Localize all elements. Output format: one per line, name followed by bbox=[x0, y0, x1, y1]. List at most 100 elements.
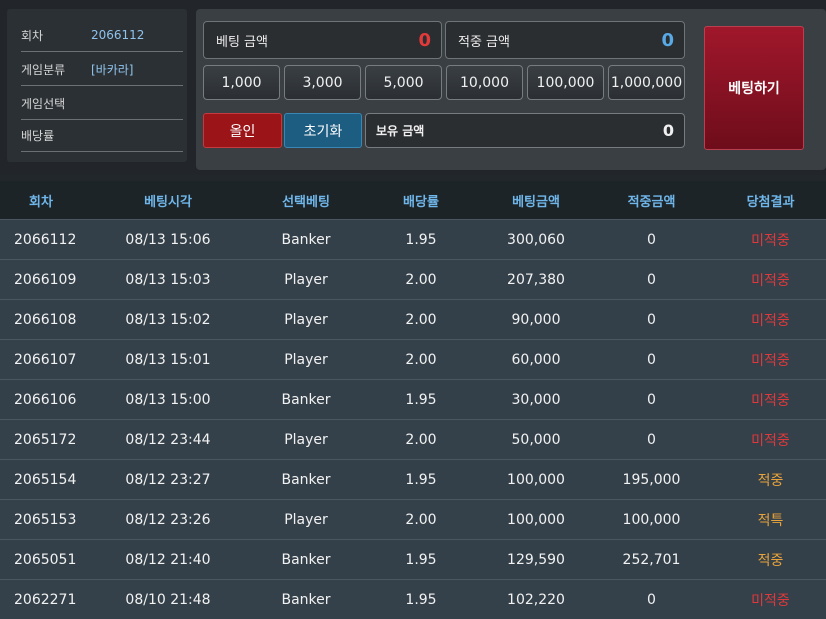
cell-round: 2066106 bbox=[14, 391, 77, 408]
info-label: 회차 bbox=[21, 28, 44, 43]
cell-win-amount: 0 bbox=[647, 231, 656, 248]
cell-bet-time: 08/13 15:02 bbox=[125, 311, 211, 328]
holding-amount-box: 보유 금액 0 bbox=[365, 113, 685, 148]
cell-bet-time: 08/12 21:40 bbox=[125, 551, 211, 568]
betting-panel: 회차 2066112 게임분류 [바카라] 게임선택 배당률 베팅 금액 0 적… bbox=[0, 0, 826, 175]
table-row: 2066106 08/13 15:00 Banker 1.95 30,000 0 미적중 bbox=[0, 379, 826, 419]
cell-odds: 1.95 bbox=[405, 591, 437, 608]
chip-button-10000[interactable]: 10,000 bbox=[446, 65, 523, 100]
cell-round: 2066112 bbox=[14, 231, 77, 248]
info-row-round: 회차 2066112 bbox=[21, 19, 183, 52]
column-header-bet-time: 베팅시각 bbox=[144, 194, 192, 210]
chip-button-1000000[interactable]: 1,000,000 bbox=[608, 65, 685, 100]
cell-odds: 2.00 bbox=[405, 511, 437, 528]
cell-bet-amount: 300,060 bbox=[507, 231, 565, 248]
cell-result: 미적중 bbox=[751, 392, 790, 409]
holding-amount-label: 보유 금액 bbox=[376, 124, 425, 138]
cell-round: 2065172 bbox=[14, 431, 77, 448]
chip-button-5000[interactable]: 5,000 bbox=[365, 65, 442, 100]
win-amount-value: 0 bbox=[661, 29, 674, 51]
place-bet-button[interactable]: 베팅하기 bbox=[704, 26, 804, 150]
bet-amount-label: 베팅 금액 bbox=[216, 34, 268, 50]
cell-bet-amount: 90,000 bbox=[511, 311, 561, 328]
table-row: 2066109 08/13 15:03 Player 2.00 207,380 0 미적중 bbox=[0, 259, 826, 299]
cell-odds: 2.00 bbox=[405, 311, 437, 328]
cell-bet-time: 08/13 15:06 bbox=[125, 231, 211, 248]
reset-button[interactable]: 초기화 bbox=[284, 113, 362, 148]
cell-round: 2065154 bbox=[14, 471, 77, 488]
info-label: 배당률 bbox=[21, 128, 55, 143]
cell-win-amount: 0 bbox=[647, 431, 656, 448]
cell-result: 미적중 bbox=[751, 272, 790, 289]
info-row-game-select: 게임선택 bbox=[21, 87, 183, 120]
cell-win-amount: 195,000 bbox=[622, 471, 681, 488]
cell-bet-time: 08/12 23:26 bbox=[125, 511, 211, 528]
info-row-game-type: 게임분류 [바카라] bbox=[21, 53, 183, 86]
column-header-selection: 선택베팅 bbox=[282, 194, 330, 210]
info-label: 게임분류 bbox=[21, 62, 66, 77]
round-info-panel: 회차 2066112 게임분류 [바카라] 게임선택 배당률 bbox=[7, 9, 187, 162]
cell-selection: Banker bbox=[281, 231, 331, 248]
cell-round: 2066107 bbox=[14, 351, 77, 368]
holding-amount-value: 0 bbox=[662, 121, 674, 140]
table-row: 2065051 08/12 21:40 Banker 1.95 129,590 252,7… bbox=[0, 539, 826, 579]
cell-result: 미적중 bbox=[751, 432, 790, 449]
cell-selection: Player bbox=[284, 511, 328, 528]
cell-bet-amount: 100,000 bbox=[507, 471, 565, 488]
history-table-body: 2066112 08/13 15:06 Banker 1.95 300,060 0 미적중 2… bbox=[0, 219, 826, 619]
table-row: 2065153 08/12 23:26 Player 2.00 100,000 100,0… bbox=[0, 499, 826, 539]
round-number: 2066112 bbox=[91, 28, 145, 42]
cell-result: 적중 bbox=[757, 552, 784, 569]
table-row: 2062271 08/10 21:48 Banker 1.95 102,220 0 미적중 bbox=[0, 579, 826, 619]
cell-win-amount: 0 bbox=[647, 391, 656, 408]
chip-button-1000[interactable]: 1,000 bbox=[203, 65, 280, 100]
table-row: 2066107 08/13 15:01 Player 2.00 60,000 0 미적중 bbox=[0, 339, 826, 379]
bet-amount-value: 0 bbox=[418, 29, 431, 51]
cell-odds: 1.95 bbox=[405, 551, 437, 568]
cell-round: 2066109 bbox=[14, 271, 77, 288]
cell-result: 미적중 bbox=[751, 592, 790, 609]
cell-bet-amount: 50,000 bbox=[511, 431, 561, 448]
cell-selection: Player bbox=[284, 311, 328, 328]
cell-win-amount: 0 bbox=[647, 271, 656, 288]
column-header-bet-amount: 베팅금액 bbox=[512, 194, 560, 210]
cell-selection: Player bbox=[284, 271, 328, 288]
history-table-header: 회차 베팅시각 선택베팅 배당률 베팅금액 적중금액 당첨결과 bbox=[0, 181, 826, 219]
cell-bet-time: 08/13 15:00 bbox=[125, 391, 211, 408]
table-row: 2066108 08/13 15:02 Player 2.00 90,000 0 미적중 bbox=[0, 299, 826, 339]
cell-win-amount: 0 bbox=[647, 591, 656, 608]
cell-bet-time: 08/12 23:44 bbox=[125, 431, 211, 448]
column-header-round: 회차 bbox=[29, 194, 53, 210]
cell-bet-amount: 100,000 bbox=[507, 511, 565, 528]
column-header-win-amount: 적중금액 bbox=[627, 194, 676, 210]
cell-selection: Banker bbox=[281, 591, 331, 608]
cell-round: 2065153 bbox=[14, 511, 77, 528]
cell-bet-amount: 102,220 bbox=[507, 591, 565, 608]
cell-selection: Banker bbox=[281, 471, 331, 488]
game-type: [바카라] bbox=[91, 62, 134, 77]
cell-result: 적특 bbox=[757, 512, 784, 529]
table-row: 2066112 08/13 15:06 Banker 1.95 300,060 0 미적중 bbox=[0, 219, 826, 259]
chip-button-100000[interactable]: 100,000 bbox=[527, 65, 604, 100]
bet-amount-box: 베팅 금액 0 bbox=[203, 21, 442, 59]
cell-selection: Player bbox=[284, 351, 328, 368]
cell-bet-amount: 129,590 bbox=[507, 551, 565, 568]
cell-win-amount: 0 bbox=[647, 351, 656, 368]
cell-bet-amount: 30,000 bbox=[511, 391, 561, 408]
win-amount-box: 적중 금액 0 bbox=[445, 21, 685, 59]
all-in-button[interactable]: 올인 bbox=[203, 113, 282, 148]
cell-bet-time: 08/10 21:48 bbox=[125, 591, 211, 608]
cell-odds: 1.95 bbox=[405, 391, 437, 408]
cell-bet-time: 08/12 23:27 bbox=[125, 471, 211, 488]
cell-result: 미적중 bbox=[751, 232, 790, 249]
cell-odds: 2.00 bbox=[405, 351, 437, 368]
cell-bet-amount: 60,000 bbox=[511, 351, 561, 368]
cell-selection: Player bbox=[284, 431, 328, 448]
info-row-odds: 배당률 bbox=[21, 119, 183, 152]
cell-round: 2065051 bbox=[14, 551, 77, 568]
table-row: 2065154 08/12 23:27 Banker 1.95 100,000 195,0… bbox=[0, 459, 826, 499]
chip-button-3000[interactable]: 3,000 bbox=[284, 65, 361, 100]
cell-bet-amount: 207,380 bbox=[507, 271, 565, 288]
cell-round: 2066108 bbox=[14, 311, 77, 328]
cell-bet-time: 08/13 15:01 bbox=[125, 351, 211, 368]
